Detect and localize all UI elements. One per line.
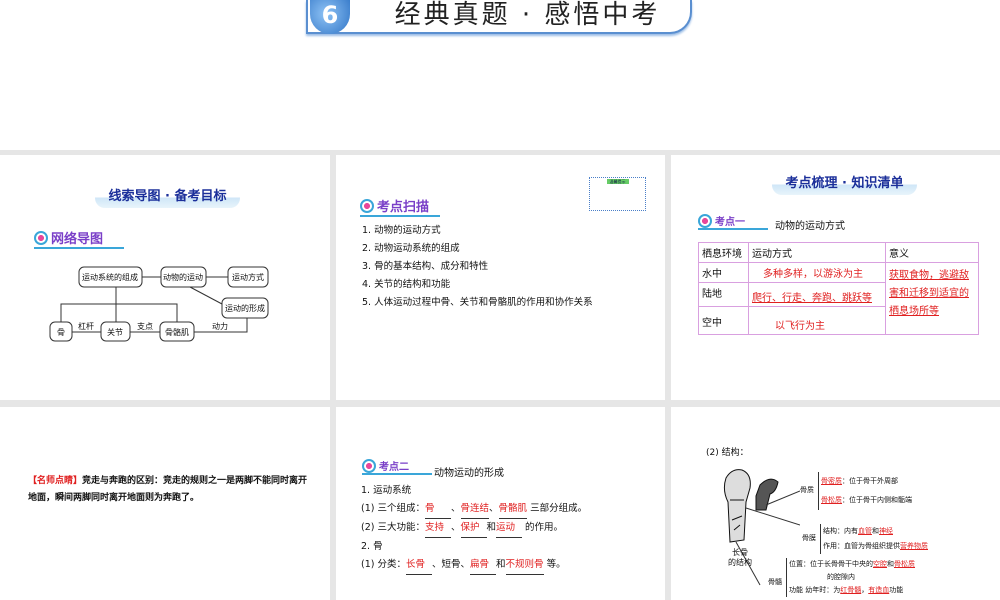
env-cell: 水中 [698, 262, 749, 283]
concept-map: 运动系统的组成 动物的运动 运动方式 运动的形成 骨 关节 骨骼肌 杠杆 支点 … [49, 266, 269, 342]
periosteum-label: 骨膜 [802, 534, 816, 542]
tip-box: 温馨提示 [589, 177, 646, 211]
env-cell: 空中 [698, 306, 749, 335]
content-line: (1) 三个组成：骨 、骨连结、骨骼肌 三部分组成。 [361, 500, 656, 519]
tip-box-title: 温馨提示 [606, 179, 629, 184]
topic-item: 2. 动物运动系统的组成 [362, 243, 460, 254]
edge-power: 动力 [212, 321, 228, 331]
mode-cell: 以飞行为主 [748, 306, 886, 335]
bullet-icon [360, 198, 374, 213]
topic-item: 1. 动物的运动方式 [362, 225, 441, 236]
node-bone: 骨 [57, 328, 65, 337]
node-muscle: 骨骼肌 [165, 327, 189, 337]
teacher-tip: 【名师点睛】竞走与奔跑的区别：竞走的规则之一是两脚不能同时离开地面，瞬间两脚同时… [28, 473, 308, 507]
edge-fulcrum: 支点 [137, 321, 153, 331]
periosteum-notes: 骨膜 结构：内有血管和神经 作用：血管为骨组织提供营养物质 [802, 524, 990, 554]
env-cell: 陆地 [698, 282, 749, 307]
header-cell: 运动方式 [748, 242, 886, 263]
content-line: (1) 分类：长骨 、短骨、扁骨 和不规则骨 等。 [361, 556, 656, 575]
section-label-text: 考点扫描 [377, 200, 430, 215]
fill-in-content: 1. 运动系统 (1) 三个组成：骨 、骨连结、骨骼肌 三部分组成。 (2) 三大… [361, 482, 656, 575]
topic-list: 1. 动物的运动方式 2. 动物运动系统的组成 3. 骨的基本结构、成分和特性 4. … [362, 222, 657, 312]
topic-title: 动物的运动方式 [775, 221, 845, 232]
content-line: (2) 三大功能：支持 、保护 和运动 的作用。 [361, 519, 656, 538]
node-formation: 运动的形成 [225, 303, 265, 313]
section-label: 考点扫描 [360, 196, 440, 217]
marrow-notes: 骨髓 位置：位于长骨骨干中央的空腔和骨松质 的腔隙内 功能 幼年时：为红骨髓，有造血… [768, 558, 990, 597]
bullet-icon [698, 213, 712, 228]
edge-lever: 杠杆 [78, 321, 94, 331]
node-composition: 运动系统的组成 [82, 272, 138, 282]
teacher-tip-tag: 【名师点睛】 [28, 476, 83, 486]
content-line: 2. 骨 [361, 541, 383, 552]
section-label-text: 考点二 [379, 462, 409, 473]
topic-item: 3. 骨的基本结构、成分和特性 [362, 261, 489, 272]
content-line: 1. 运动系统 [361, 485, 412, 496]
marrow-label: 骨髓 [768, 578, 782, 586]
slide-heading: 考点梳理 · 知识清单 [772, 172, 917, 195]
node-animal-motion: 动物的运动 [163, 272, 203, 282]
section-label: 考点二 [362, 458, 432, 475]
bone-matter-label: 骨质 [800, 486, 814, 494]
section-label-text: 考点一 [715, 217, 745, 228]
section-label: 考点一 [698, 213, 768, 230]
mode-cell: 多种多样，以游泳为主 [748, 262, 886, 283]
structure-notes: 骨质 骨密质：位于骨干外周部 骨松质：位于骨干内侧和骺端 [800, 472, 990, 510]
meaning-cell: 获取食物，逃避敌害和迁移到适宜的栖息场所等 [885, 262, 979, 335]
mode-cell: 爬行、行走、奔跑、跳跃等 [748, 282, 886, 307]
node-motion-mode: 运动方式 [232, 272, 264, 282]
figure-caption: 长骨 的结构 [728, 548, 752, 567]
topic-item: 4. 关节的结构和功能 [362, 279, 451, 290]
topic-title: 动物运动的形成 [434, 468, 504, 479]
topic-item: 5. 人体运动过程中骨、关节和骨骼肌的作用和协作关系 [362, 297, 593, 308]
bullet-icon [362, 458, 376, 473]
motion-table: 栖息环境 运动方式 意义 水中 多种多样，以游泳为主 获取食物，逃避敌害和迁移到适宜的栖… [698, 242, 979, 335]
section-title: 经典真题 · 感悟中考 [394, 0, 661, 30]
node-joint: 关节 [107, 327, 123, 337]
header-cell: 意义 [885, 242, 979, 263]
header-cell: 栖息环境 [698, 242, 749, 263]
